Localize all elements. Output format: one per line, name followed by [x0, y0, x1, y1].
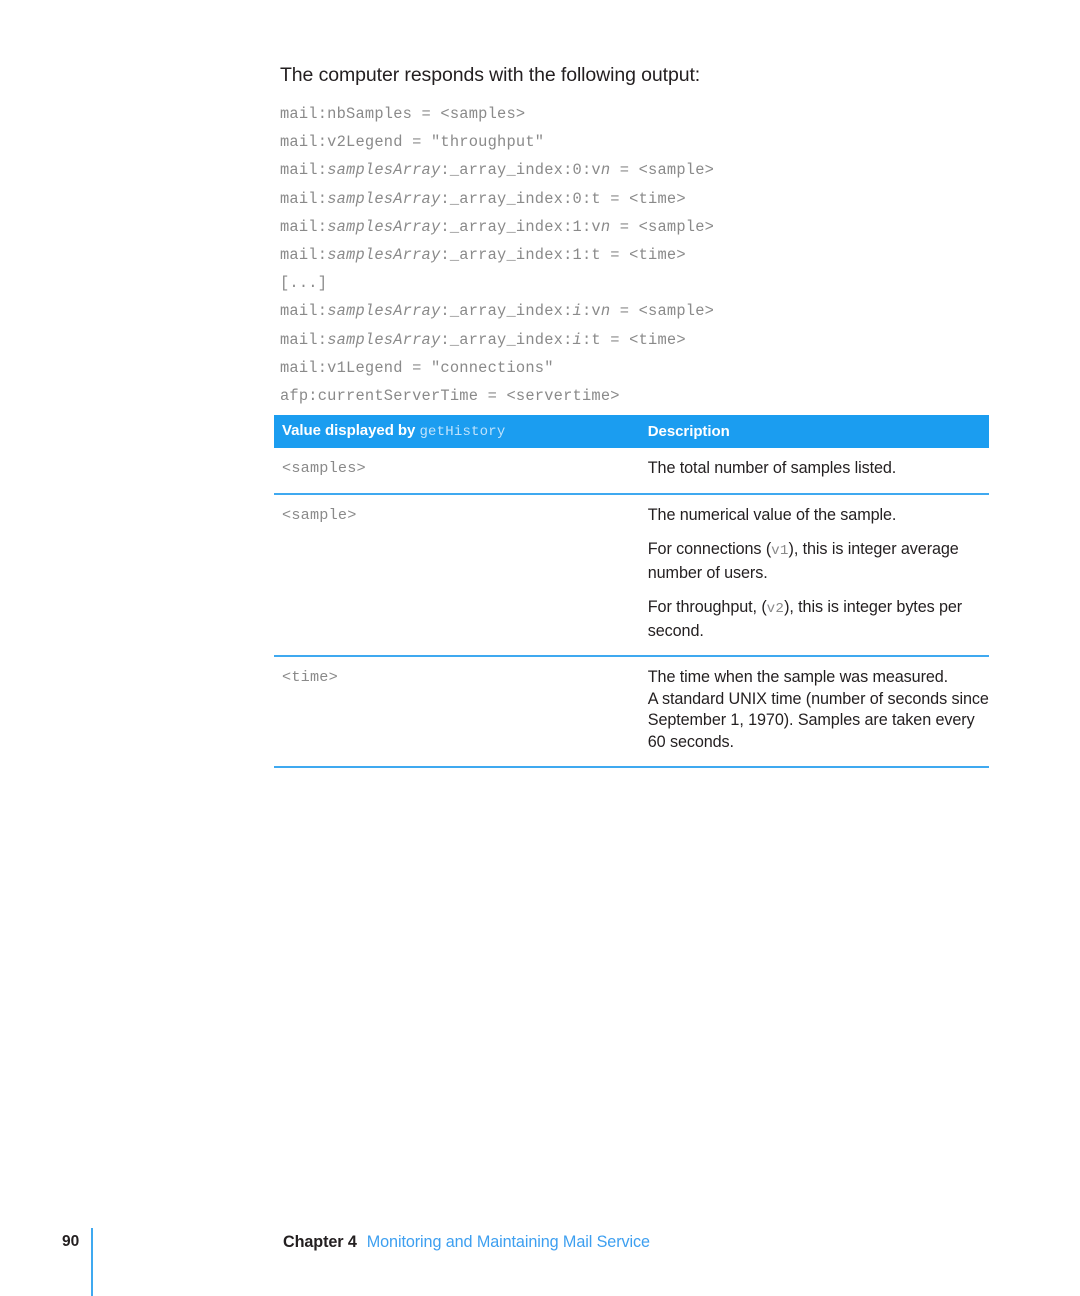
code-line: mail:nbSamples = <samples>	[280, 105, 526, 123]
description-paragraph: For throughput, (v2), this is integer by…	[647, 598, 963, 640]
code-line: [...]	[280, 274, 328, 293]
code-line: afp:currentServerTime = <servertime>	[280, 387, 620, 406]
description-text: The total number of samples listed.	[648, 458, 989, 480]
description-text: The time when the sample was measured. A …	[648, 667, 989, 753]
code-output-block: mail:nbSamples = <samples> mail:v2Legend …	[280, 100, 980, 410]
value-token: <samples>	[282, 459, 366, 477]
description-paragraph: The numerical value of the sample.	[647, 505, 897, 524]
code-line: mail:samplesArray:_array_index:i:vn = <s…	[280, 302, 715, 321]
inline-code: v1	[771, 543, 789, 559]
table-cell-description: The time when the sample was measured. A …	[639, 656, 989, 768]
value-description-table: Value displayed by getHistory Descriptio…	[274, 415, 989, 768]
footer-vertical-rule	[91, 1228, 93, 1296]
value-token: <sample>	[282, 505, 357, 524]
inline-code: v2	[766, 601, 785, 617]
description-paragraph: A standard UNIX time (number of seconds …	[647, 689, 989, 751]
code-line: mail:samplesArray:_array_index:0:t = <ti…	[280, 189, 686, 208]
table-header-description: Description	[647, 422, 730, 440]
footer-chapter-label: Chapter 4	[283, 1233, 357, 1251]
value-token: <time>	[282, 668, 338, 686]
table-cell-value: <samples>	[274, 448, 640, 495]
code-line: mail:v2Legend = "throughput"	[280, 133, 545, 152]
table-cell-description: The total number of samples listed.	[639, 448, 989, 495]
table-row: <samples> The total number of samples lis…	[274, 448, 989, 495]
table-header-value: Value displayed by getHistory	[274, 415, 640, 448]
table-row: <sample> The numerical value of the sampl…	[274, 493, 989, 657]
code-line: mail:samplesArray:_array_index:1:vn = <s…	[280, 217, 715, 236]
code-line: mail:samplesArray:_array_index:0:vn = <s…	[280, 161, 715, 180]
table-cell-value: <time>	[274, 656, 640, 768]
table-body: <samples> The total number of samples lis…	[274, 448, 989, 768]
table-cell-value: <sample>	[274, 493, 640, 657]
footer-chapter: Chapter 4 Monitoring and Maintaining Mail…	[283, 1233, 650, 1252]
code-line: mail:v1Legend = "connections"	[280, 358, 554, 377]
description-paragraph: The total number of samples listed.	[647, 459, 897, 477]
document-page: The computer responds with the following…	[0, 0, 1080, 1296]
footer-chapter-title: Monitoring and Maintaining Mail Service	[366, 1233, 650, 1251]
table-header-value-code: getHistory	[419, 424, 506, 440]
table-cell-description: The numerical value of the sample. For co…	[639, 493, 989, 657]
table-header-value-label: Value displayed by	[282, 422, 416, 439]
description-paragraph: For connections (v1), this is integer av…	[647, 540, 959, 582]
page-number: 90	[62, 1233, 80, 1250]
intro-paragraph: The computer responds with the following…	[280, 64, 701, 86]
table-row: <time> The time when the sample was measu…	[274, 656, 989, 768]
code-line: mail:samplesArray:_array_index:i:t = <ti…	[280, 330, 686, 349]
description-text: The numerical value of the sample. For co…	[648, 505, 989, 643]
table-header-row: Value displayed by getHistory Descriptio…	[274, 415, 989, 448]
description-paragraph: The time when the sample was measured.	[647, 668, 949, 686]
code-line: mail:samplesArray:_array_index:1:t = <ti…	[280, 246, 686, 265]
